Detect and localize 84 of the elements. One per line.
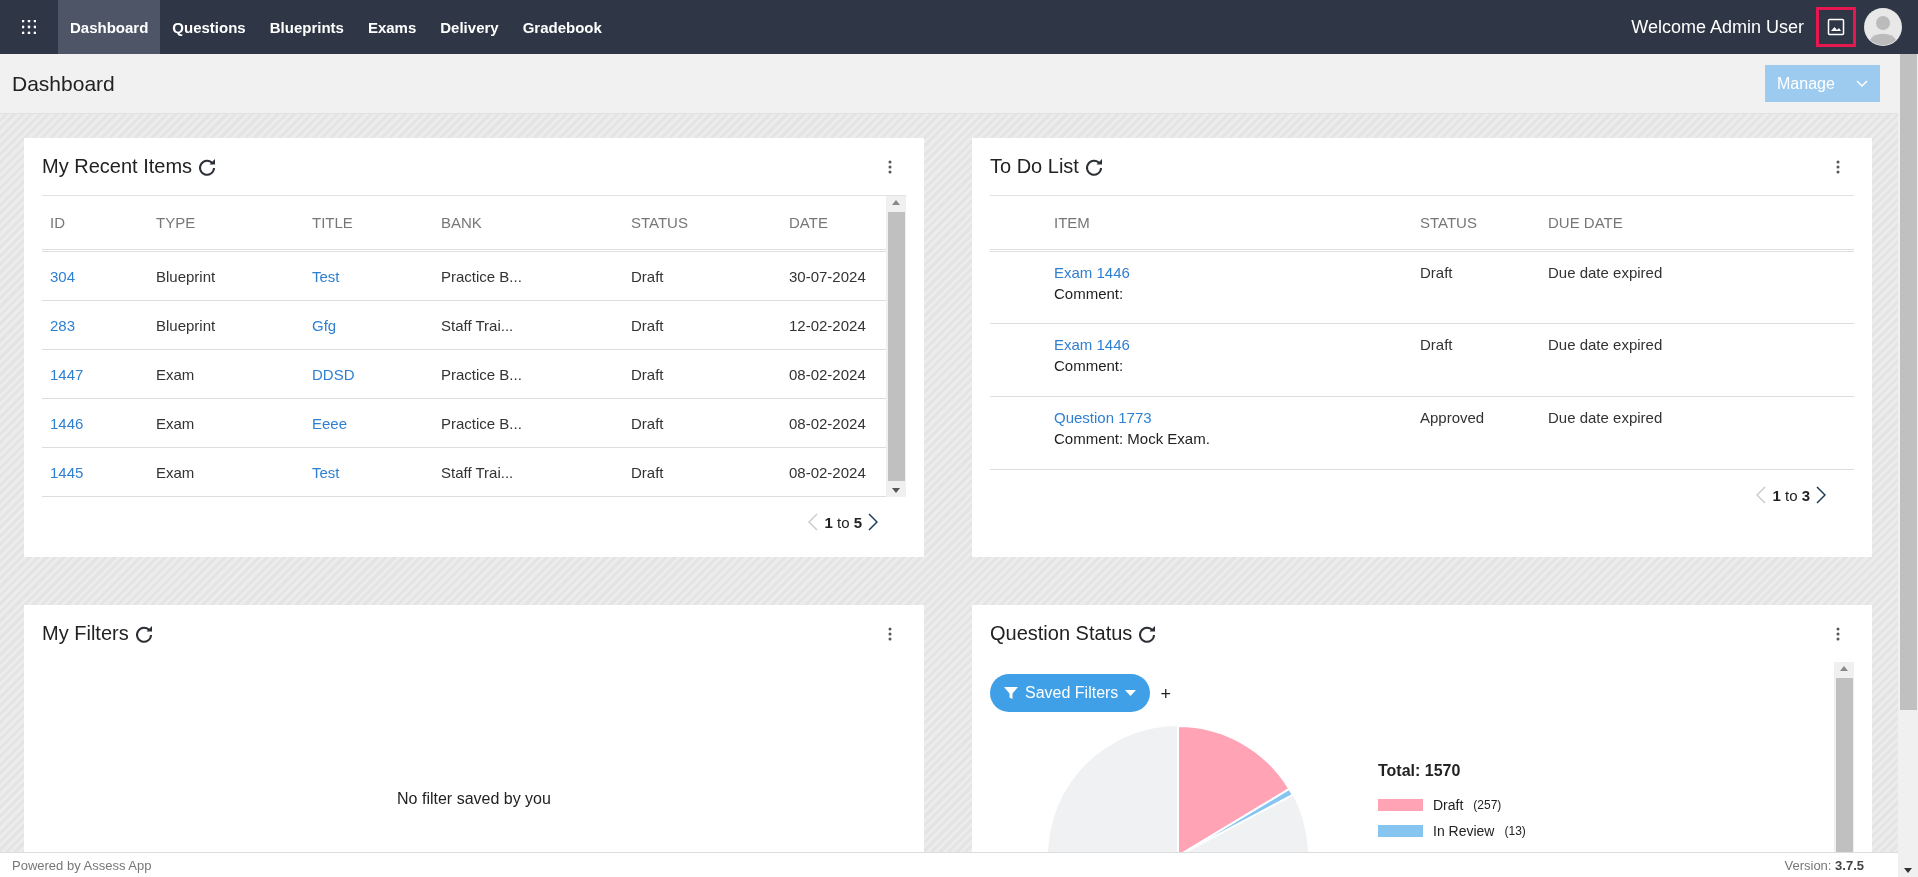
item-link[interactable]: 304: [42, 250, 148, 301]
next-page-icon[interactable]: [868, 513, 878, 531]
more-options-icon[interactable]: [1836, 626, 1840, 641]
next-page-icon[interactable]: [1816, 486, 1826, 504]
avatar-icon[interactable]: [1864, 8, 1902, 46]
table-cell: Blueprint: [148, 300, 304, 350]
nav-tab[interactable]: Questions: [160, 0, 258, 54]
nav-tab[interactable]: Blueprints: [257, 0, 356, 54]
comment-text: Comment:: [1054, 357, 1125, 374]
page-range: 1 to 3: [1772, 486, 1810, 504]
table-cell: Draft: [623, 300, 781, 350]
table-cell: Draft: [623, 398, 781, 448]
version-text: Version: 3.7.5: [1784, 857, 1864, 873]
table-cell: Staff Trai...: [433, 300, 623, 350]
add-filter-button[interactable]: +: [1160, 684, 1171, 704]
welcome-text: Welcome Admin User: [1631, 16, 1804, 38]
item-link[interactable]: Eeee: [304, 398, 433, 448]
column-header: BANK: [433, 196, 623, 251]
table-cell: Practice B...: [433, 250, 623, 301]
item-link[interactable]: Test: [304, 447, 433, 497]
item-link[interactable]: 1446: [42, 398, 148, 448]
column-header: ID: [42, 196, 148, 251]
status-text: Approved: [1420, 409, 1485, 426]
empty-message: No filter saved by you: [397, 790, 551, 808]
status-text: Draft: [1420, 264, 1453, 281]
table-cell: Practice B...: [433, 398, 623, 448]
table-cell: Practice B...: [433, 349, 623, 399]
item-link[interactable]: Exam 1446: [1054, 264, 1404, 281]
table-scrollbar[interactable]: [886, 196, 906, 497]
page-title: Dashboard: [12, 71, 116, 96]
column-header: ITEM: [1046, 196, 1412, 251]
status-text: Draft: [1420, 336, 1453, 353]
page-range: 1 to 5: [824, 513, 862, 531]
item-link[interactable]: DDSD: [304, 349, 433, 399]
column-header: TITLE: [304, 196, 433, 251]
table-cell: Draft: [623, 349, 781, 399]
saved-filters-button[interactable]: Saved Filters: [990, 674, 1151, 712]
caret-down-icon: [1125, 689, 1137, 697]
more-options-icon[interactable]: [1836, 159, 1840, 174]
due-date-text: Due date expired: [1548, 409, 1663, 426]
column-header: TYPE: [148, 196, 304, 251]
item-link[interactable]: Question 1773: [1054, 409, 1404, 426]
table-cell: Exam: [148, 398, 304, 448]
total-count: Total: 1570: [1378, 762, 1462, 780]
legend-count: (257): [1473, 798, 1502, 812]
legend-count: (13): [1504, 824, 1526, 838]
item-link[interactable]: 1447: [42, 349, 148, 399]
card-title: My Filters: [42, 622, 129, 645]
table-cell: Staff Trai...: [433, 447, 623, 497]
nav-tab[interactable]: Delivery: [428, 0, 511, 54]
item-link[interactable]: Test: [304, 250, 433, 301]
more-options-icon[interactable]: [888, 626, 892, 641]
item-link[interactable]: Gfg: [304, 300, 433, 350]
item-link[interactable]: Exam 1446: [1054, 336, 1404, 353]
comment-text: Comment: Mock Exam.: [1054, 430, 1211, 447]
table-cell: Draft: [623, 250, 781, 301]
nav-tab[interactable]: Exams: [355, 0, 429, 54]
nav-tab[interactable]: Gradebook: [510, 0, 614, 54]
page-scrollbar[interactable]: [1898, 54, 1918, 877]
image-icon: [1827, 18, 1845, 36]
card-title: Question Status: [990, 622, 1133, 645]
nav-tab[interactable]: Dashboard: [58, 0, 161, 54]
table-cell: Exam: [148, 447, 304, 497]
more-options-icon[interactable]: [888, 159, 892, 174]
item-link[interactable]: 1445: [42, 447, 148, 497]
column-header: DUE DATE: [1540, 196, 1854, 251]
chevron-down-icon: [1856, 79, 1868, 88]
due-date-text: Due date expired: [1548, 336, 1663, 353]
image-button[interactable]: [1816, 7, 1856, 47]
table-cell: Draft: [623, 447, 781, 497]
powered-by-text: Powered by Assess App: [12, 857, 152, 873]
column-header: STATUS: [623, 196, 781, 251]
column-header: STATUS: [1412, 196, 1540, 251]
legend-label: Draft: [1433, 797, 1464, 813]
card-title: My Recent Items: [42, 155, 193, 178]
legend-label: In Review: [1433, 823, 1495, 839]
item-link[interactable]: 283: [42, 300, 148, 350]
comment-text: Comment:: [1054, 285, 1125, 302]
apps-grid-icon[interactable]: [22, 20, 36, 34]
table-cell: Exam: [148, 349, 304, 399]
filter-icon: [1004, 686, 1018, 700]
table-cell: Blueprint: [148, 250, 304, 301]
due-date-text: Due date expired: [1548, 264, 1663, 281]
card-title: To Do List: [990, 155, 1079, 178]
